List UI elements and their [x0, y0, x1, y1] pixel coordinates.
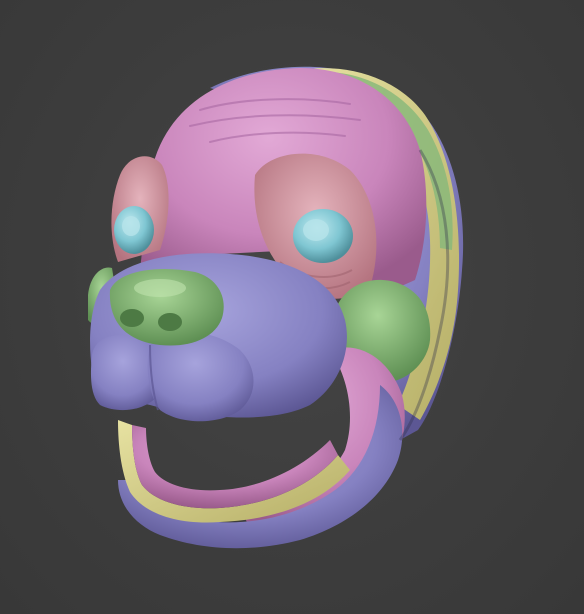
left-eye-highlight	[122, 216, 140, 236]
nostril-right	[158, 313, 182, 331]
nostril-left	[120, 309, 144, 327]
3d-viewport[interactable]	[0, 0, 584, 614]
right-eye-highlight	[303, 219, 329, 241]
sculpt-render	[88, 66, 464, 549]
nose-highlight	[134, 279, 186, 297]
